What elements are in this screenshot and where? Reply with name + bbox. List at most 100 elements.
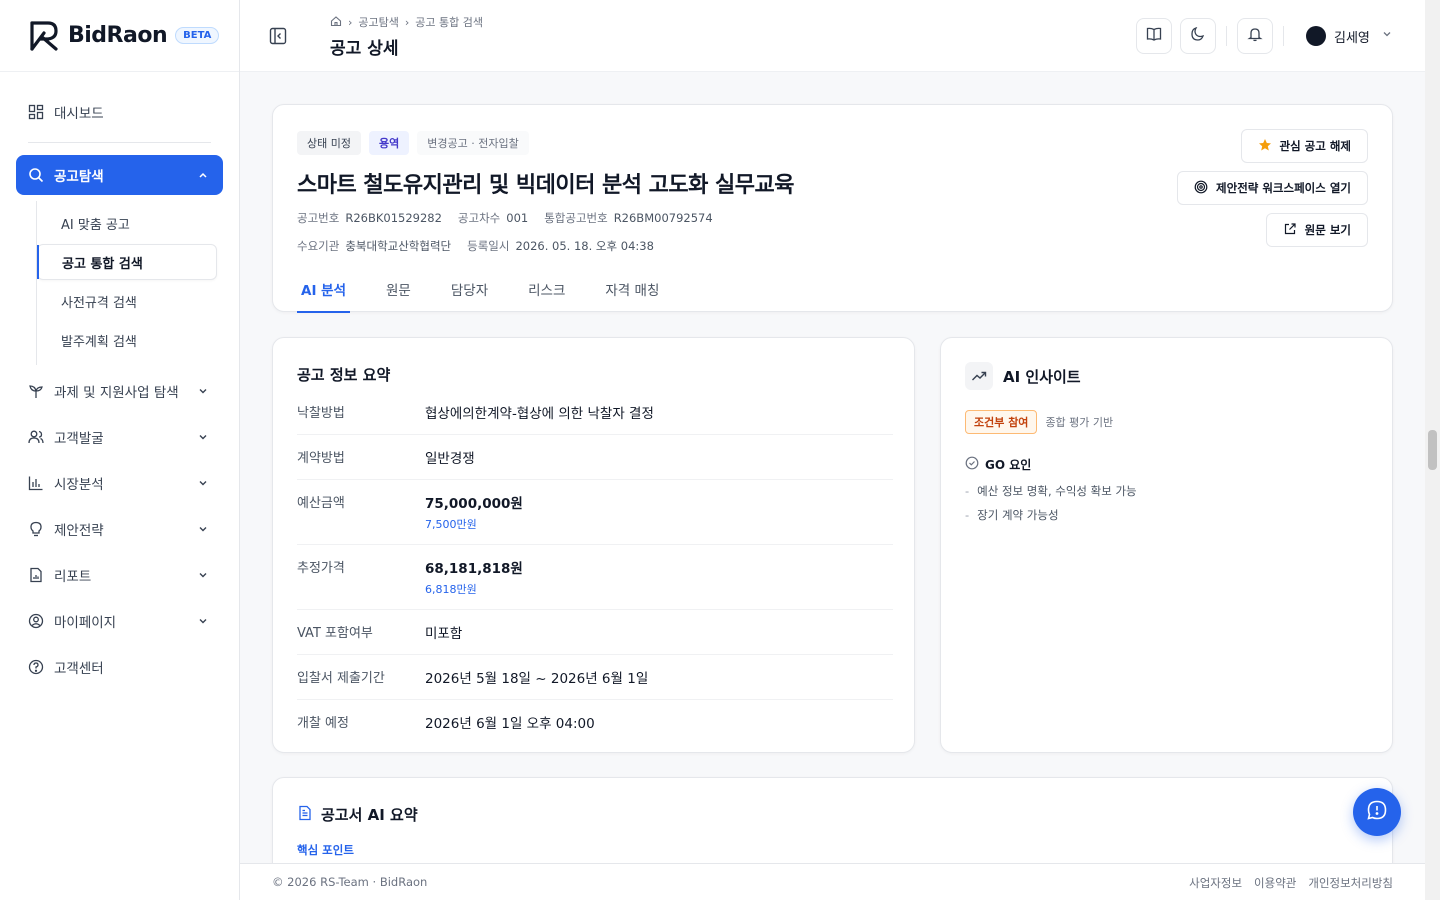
summary-row: VAT 포함여부 미포함 — [297, 610, 893, 655]
summary-row: 낙찰방법 협상에의한계약-협상에 의한 낙찰자 결정 — [297, 390, 893, 435]
brand-name: BidRaon — [68, 23, 168, 48]
sidebar-item-customers[interactable]: 고객발굴 — [16, 417, 223, 457]
notice-badges: 상태 미정 용역 변경공고 · 전자입찰 — [297, 131, 529, 155]
users-icon — [28, 429, 44, 445]
bidraon-logo-icon — [28, 19, 62, 53]
go-factor-item: 예산 정보 명확, 수익성 확보 가능 — [965, 483, 1136, 499]
user-menu[interactable]: 김세영 — [1306, 26, 1394, 46]
search-icon — [28, 167, 44, 183]
sidebar-toggle-icon[interactable] — [268, 26, 288, 46]
tab-contact[interactable]: 담당자 — [447, 273, 492, 313]
footer-links: 사업자정보 이용약관 개인정보처리방침 — [1189, 875, 1393, 891]
summary-table: 낙찰방법 협상에의한계약-협상에 의한 낙찰자 결정 계약방법 일반경쟁 예산금… — [297, 390, 893, 744]
scrollbar-thumb[interactable] — [1428, 430, 1437, 470]
chevron-down-icon — [195, 429, 211, 445]
ai-insight-card: AI 인사이트 조건부 참여 종합 평가 기반 GO 요인 예산 정보 명확, … — [940, 337, 1393, 753]
summary-key: VAT 포함여부 — [297, 626, 373, 641]
footer-link-terms[interactable]: 이용약관 — [1254, 875, 1296, 891]
footer-link-privacy[interactable]: 개인정보처리방침 — [1308, 875, 1393, 891]
sidebar-item-market[interactable]: 시장분석 — [16, 463, 223, 503]
chat-button[interactable] — [1353, 788, 1401, 836]
open-workspace-button[interactable]: 제안전략 워크스페이스 열기 — [1177, 171, 1368, 205]
view-original-button[interactable]: 원문 보기 — [1265, 213, 1368, 247]
target-icon — [1194, 180, 1208, 197]
go-factors: GO 요인 예산 정보 명확, 수익성 확보 가능 장기 계약 가능성 — [965, 456, 1137, 531]
sidebar-item-label: 시장분석 — [54, 477, 104, 493]
summary-key: 낙찰방법 — [297, 406, 345, 421]
sidebar-item-label: 고객발굴 — [54, 431, 104, 447]
meta-item: 공고차수 001 — [457, 211, 529, 225]
chevron-down-icon — [195, 521, 211, 537]
footer-link-business-info[interactable]: 사업자정보 — [1189, 875, 1242, 891]
main-content: 상태 미정 용역 변경공고 · 전자입찰 스마트 철도유지관리 및 빅데이터 분… — [240, 72, 1425, 863]
tab-qualification[interactable]: 자격 매칭 — [601, 273, 663, 313]
sidebar-subitem-pre-spec[interactable]: 사전규격 검색 — [37, 283, 223, 319]
report-icon — [28, 567, 44, 583]
bell-icon — [1247, 26, 1263, 46]
sidebar-nav: 대시보드 공고탐색 AI 맞춤 공고 공고 통합 검색 사전규격 검색 발주계획… — [0, 72, 239, 713]
summary-value: 68,181,818원 6,818만원 — [425, 561, 523, 596]
sidebar-item-explore[interactable]: 공고탐색 — [16, 155, 223, 195]
beta-badge: BETA — [175, 27, 220, 44]
divider — [1226, 26, 1227, 46]
sidebar-subitem-order-plan[interactable]: 발주계획 검색 — [37, 322, 223, 358]
divider — [1283, 26, 1284, 46]
meta-item: 공고번호 R26BK01529282 — [297, 211, 442, 225]
dark-mode-button[interactable] — [1180, 18, 1216, 54]
sidebar-item-projects[interactable]: 과제 및 지원사업 탐색 — [16, 371, 223, 411]
sprout-icon — [28, 383, 44, 399]
button-label: 관심 공고 해제 — [1279, 139, 1352, 153]
breadcrumb-item[interactable]: 공고 통합 검색 — [415, 14, 483, 30]
tab-original[interactable]: 원문 — [382, 273, 415, 313]
summary-row: 예산금액 75,000,000원 7,500만원 — [297, 480, 893, 545]
sidebar-subitem-integrated-search[interactable]: 공고 통합 검색 — [37, 244, 217, 280]
notice-summary-card: 공고 정보 요약 낙찰방법 협상에의한계약-협상에 의한 낙찰자 결정 계약방법… — [272, 337, 915, 753]
tab-ai-analysis[interactable]: AI 분석 — [297, 273, 351, 313]
unfavorite-button[interactable]: 관심 공고 해제 — [1240, 129, 1368, 163]
summary-value: 협상에의한계약-협상에 의한 낙찰자 결정 — [425, 406, 654, 422]
avatar — [1306, 26, 1326, 46]
guide-button[interactable] — [1136, 18, 1172, 54]
summary-key: 계약방법 — [297, 451, 345, 466]
breadcrumb: › 공고탐색 › 공고 통합 검색 — [330, 14, 483, 30]
notice-tabs: AI 분석 원문 담당자 리스크 자격 매칭 — [297, 273, 663, 313]
sidebar-item-support[interactable]: 고객센터 — [16, 647, 223, 687]
check-circle-icon — [965, 456, 979, 473]
dashboard-icon — [28, 104, 44, 120]
summary-row: 계약방법 일반경쟁 — [297, 435, 893, 480]
chevron-down-icon — [195, 383, 211, 399]
breadcrumb-item[interactable]: 공고탐색 — [358, 14, 398, 30]
section-title: 공고 정보 요약 — [297, 366, 391, 384]
meta-item: 등록일시 2026. 05. 18. 오후 04:38 — [467, 239, 654, 253]
logo[interactable]: BidRaon BETA — [0, 0, 239, 72]
tab-risk[interactable]: 리스크 — [524, 273, 569, 313]
sidebar-item-label: 고객센터 — [54, 661, 104, 677]
summary-key: 추정가격 — [297, 561, 345, 576]
user-circle-icon — [28, 613, 44, 629]
sidebar-item-report[interactable]: 리포트 — [16, 555, 223, 595]
summary-key: 개찰 예정 — [297, 716, 349, 731]
home-icon[interactable] — [330, 15, 342, 30]
top-header: › 공고탐색 › 공고 통합 검색 공고 상세 김세영 — [240, 0, 1425, 72]
notifications-button[interactable] — [1237, 18, 1273, 54]
summary-value: 2026년 5월 18일 ~ 2026년 6월 1일 — [425, 671, 649, 687]
sidebar-item-strategy[interactable]: 제안전략 — [16, 509, 223, 549]
ai-summary-header: 공고서 AI 요약 — [297, 804, 418, 825]
footer: © 2026 RS-Team · BidRaon 사업자정보 이용약관 개인정보… — [240, 863, 1425, 900]
divider — [28, 142, 211, 143]
summary-row: 입찰서 제출기간 2026년 5월 18일 ~ 2026년 6월 1일 — [297, 655, 893, 700]
status-badge: 상태 미정 — [297, 131, 361, 155]
sidebar-item-label: 제안전략 — [54, 523, 104, 539]
summary-subvalue: 7,500만원 — [425, 518, 477, 531]
page-title: 공고 상세 — [330, 39, 399, 59]
book-icon — [1146, 26, 1162, 46]
sidebar-item-dashboard[interactable]: 대시보드 — [16, 92, 223, 132]
chevron-down-icon — [1380, 27, 1394, 45]
type-badge: 변경공고 · 전자입찰 — [417, 131, 529, 155]
sidebar-subitem-ai-match[interactable]: AI 맞춤 공고 — [37, 205, 223, 241]
chevron-down-icon — [195, 567, 211, 583]
sidebar-item-mypage[interactable]: 마이페이지 — [16, 601, 223, 641]
verdict-badge: 조건부 참여 — [965, 410, 1038, 434]
chevron-down-icon — [195, 613, 211, 629]
notice-header-card: 상태 미정 용역 변경공고 · 전자입찰 스마트 철도유지관리 및 빅데이터 분… — [272, 104, 1393, 313]
